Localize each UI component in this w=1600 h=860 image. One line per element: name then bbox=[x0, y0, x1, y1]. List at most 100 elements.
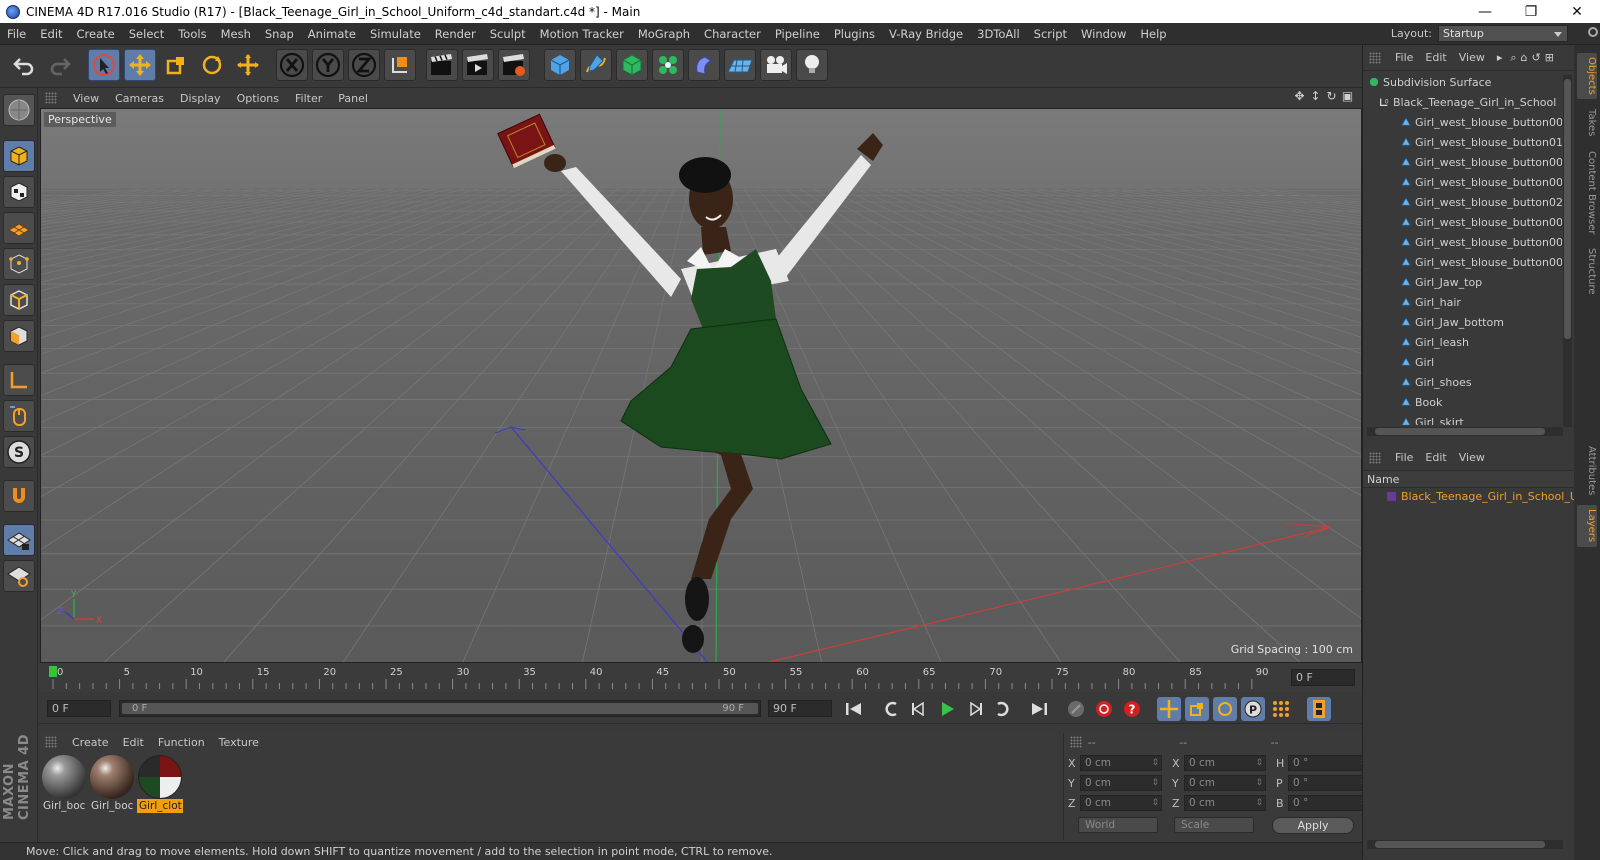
layers-panel-grip-icon[interactable] bbox=[1369, 451, 1381, 464]
points-mode-button[interactable] bbox=[3, 248, 35, 280]
y-axis-lock-button[interactable] bbox=[312, 49, 344, 81]
deformer-button[interactable] bbox=[688, 49, 720, 81]
menu-window[interactable]: Window bbox=[1074, 23, 1133, 45]
viewport-menu-options[interactable]: Options bbox=[229, 92, 287, 105]
menu-select[interactable]: Select bbox=[122, 23, 171, 45]
add-cube-button[interactable] bbox=[544, 49, 576, 81]
tweak-mode-button[interactable] bbox=[3, 400, 35, 432]
snap-button[interactable] bbox=[3, 480, 35, 512]
pos-x-field[interactable]: 0 cm bbox=[1080, 755, 1162, 771]
key-pla-button[interactable] bbox=[1269, 697, 1293, 721]
undo-button[interactable] bbox=[8, 49, 40, 81]
object-tree-item[interactable]: Girl bbox=[1365, 353, 1562, 373]
apply-button[interactable]: Apply bbox=[1272, 817, 1354, 834]
rotate-tool-button[interactable] bbox=[196, 49, 228, 81]
menu-render[interactable]: Render bbox=[428, 23, 483, 45]
pos-y-field[interactable]: 0 cm bbox=[1080, 775, 1162, 791]
object-tree-item[interactable]: Girl_west_blouse_button01 bbox=[1365, 133, 1562, 153]
object-tree-item[interactable]: Girl_shoes bbox=[1365, 373, 1562, 393]
panel-grip-icon[interactable] bbox=[45, 92, 57, 104]
timeline-ruler[interactable]: 0 5 10 15 20 25 30 35 40 45 50 55 60 65 70 75 80 85 90 0 F bbox=[39, 663, 1362, 692]
close-button[interactable]: ✕ bbox=[1554, 0, 1600, 23]
rot-p-field[interactable]: 0 ° bbox=[1288, 775, 1370, 791]
objects-scroll-thumb[interactable] bbox=[1564, 79, 1571, 339]
object-tree-item[interactable]: Girl_leash bbox=[1365, 333, 1562, 353]
x-axis-lock-button[interactable] bbox=[276, 49, 308, 81]
menu-create[interactable]: Create bbox=[70, 23, 122, 45]
tab-attributes[interactable]: Attributes bbox=[1577, 441, 1597, 501]
object-tree-item[interactable]: Girl_west_blouse_button003 bbox=[1365, 213, 1562, 233]
object-tree-item[interactable]: Girl_hair bbox=[1365, 293, 1562, 313]
recent-tool-button[interactable] bbox=[232, 49, 264, 81]
objects-hscroll-thumb[interactable] bbox=[1375, 428, 1545, 435]
end-frame-field[interactable]: 90 F bbox=[768, 700, 832, 717]
make-editable-button[interactable] bbox=[3, 94, 35, 126]
model-mode-button[interactable] bbox=[3, 140, 35, 172]
coordinate-space-dropdown[interactable]: World bbox=[1078, 817, 1158, 833]
workplane-mode-button[interactable] bbox=[3, 212, 35, 244]
material-menu-texture[interactable]: Texture bbox=[212, 736, 266, 749]
history-icon[interactable]: ↺ bbox=[1532, 51, 1541, 64]
object-tree-item[interactable]: Girl_west_blouse_button009 bbox=[1365, 233, 1562, 253]
material-swatch[interactable]: Girl_boc bbox=[41, 755, 87, 817]
material-panel-grip-icon[interactable] bbox=[45, 736, 57, 748]
object-tree-item[interactable]: Girl_west_blouse_button008 bbox=[1365, 253, 1562, 273]
layers-hscroll-thumb[interactable] bbox=[1375, 841, 1545, 848]
previous-key-button[interactable] bbox=[879, 697, 903, 721]
z-axis-lock-button[interactable] bbox=[348, 49, 380, 81]
material-menu-edit[interactable]: Edit bbox=[116, 736, 151, 749]
material-menu-create[interactable]: Create bbox=[65, 736, 116, 749]
light-button[interactable] bbox=[796, 49, 828, 81]
viewport-menu-cameras[interactable]: Cameras bbox=[107, 92, 172, 105]
tab-takes[interactable]: Takes bbox=[1577, 103, 1597, 143]
layer-row[interactable]: Black_Teenage_Girl_in_School_Un bbox=[1363, 488, 1575, 506]
live-selection-button[interactable] bbox=[88, 49, 120, 81]
next-key-button[interactable] bbox=[991, 697, 1015, 721]
camera-button[interactable] bbox=[760, 49, 792, 81]
menu-snap[interactable]: Snap bbox=[258, 23, 301, 45]
start-frame-field[interactable]: 0 F bbox=[47, 700, 111, 717]
subdivision-surface-button[interactable] bbox=[616, 49, 648, 81]
objects-vertical-scrollbar[interactable] bbox=[1563, 75, 1572, 427]
next-frame-button[interactable] bbox=[963, 697, 987, 721]
viewport-menu-filter[interactable]: Filter bbox=[287, 92, 330, 105]
render-view-button[interactable] bbox=[426, 49, 458, 81]
texture-mode-button[interactable] bbox=[3, 176, 35, 208]
objects-horizontal-scrollbar[interactable] bbox=[1367, 427, 1563, 436]
menu-help[interactable]: Help bbox=[1133, 23, 1173, 45]
object-tree-item[interactable]: Girl_west_blouse_button02 bbox=[1365, 193, 1562, 213]
viewport-menu-panel[interactable]: Panel bbox=[330, 92, 376, 105]
layers-horizontal-scrollbar[interactable] bbox=[1367, 840, 1563, 849]
timeline-window-button[interactable] bbox=[1307, 697, 1331, 721]
menu-mesh[interactable]: Mesh bbox=[214, 23, 258, 45]
rot-h-field[interactable]: 0 ° bbox=[1288, 755, 1370, 771]
menu-plugins[interactable]: Plugins bbox=[827, 23, 882, 45]
menu-motion-tracker[interactable]: Motion Tracker bbox=[533, 23, 631, 45]
go-to-start-button[interactable] bbox=[842, 697, 866, 721]
objects-menu-edit[interactable]: Edit bbox=[1419, 51, 1452, 64]
tab-objects[interactable]: Objects bbox=[1577, 53, 1597, 99]
object-tree-item[interactable]: Book bbox=[1365, 393, 1562, 413]
menu-script[interactable]: Script bbox=[1027, 23, 1074, 45]
go-to-end-button[interactable] bbox=[1027, 697, 1051, 721]
pos-z-field[interactable]: 0 cm bbox=[1080, 795, 1162, 811]
size-mode-dropdown[interactable]: Scale bbox=[1174, 817, 1254, 833]
menu-simulate[interactable]: Simulate bbox=[363, 23, 428, 45]
menu-3dtoall[interactable]: 3DToAll bbox=[970, 23, 1027, 45]
axis-mode-button[interactable] bbox=[3, 364, 35, 396]
objects-panel-grip-icon[interactable] bbox=[1369, 51, 1381, 64]
coordinate-panel-grip-icon[interactable] bbox=[1070, 736, 1082, 748]
material-menu-function[interactable]: Function bbox=[151, 736, 212, 749]
bookmark-icon[interactable]: ⌂ bbox=[1521, 51, 1528, 64]
more-menu-icon[interactable]: ▸ bbox=[1497, 51, 1503, 64]
perspective-viewport[interactable]: Y Z X Perspective Grid Spacing : 100 cm bbox=[40, 108, 1362, 663]
object-tree-item[interactable]: Girl_west_blouse_button005 bbox=[1365, 153, 1562, 173]
menu-edit[interactable]: Edit bbox=[33, 23, 69, 45]
rot-b-field[interactable]: 0 ° bbox=[1288, 795, 1370, 811]
edges-mode-button[interactable] bbox=[3, 284, 35, 316]
object-tree-item[interactable]: Girl_skirt bbox=[1365, 413, 1562, 425]
floor-button[interactable] bbox=[724, 49, 756, 81]
new-window-icon[interactable]: ⊞ bbox=[1545, 51, 1554, 64]
layers-menu-view[interactable]: View bbox=[1453, 451, 1491, 464]
size-y-field[interactable]: 0 cm bbox=[1184, 775, 1266, 791]
